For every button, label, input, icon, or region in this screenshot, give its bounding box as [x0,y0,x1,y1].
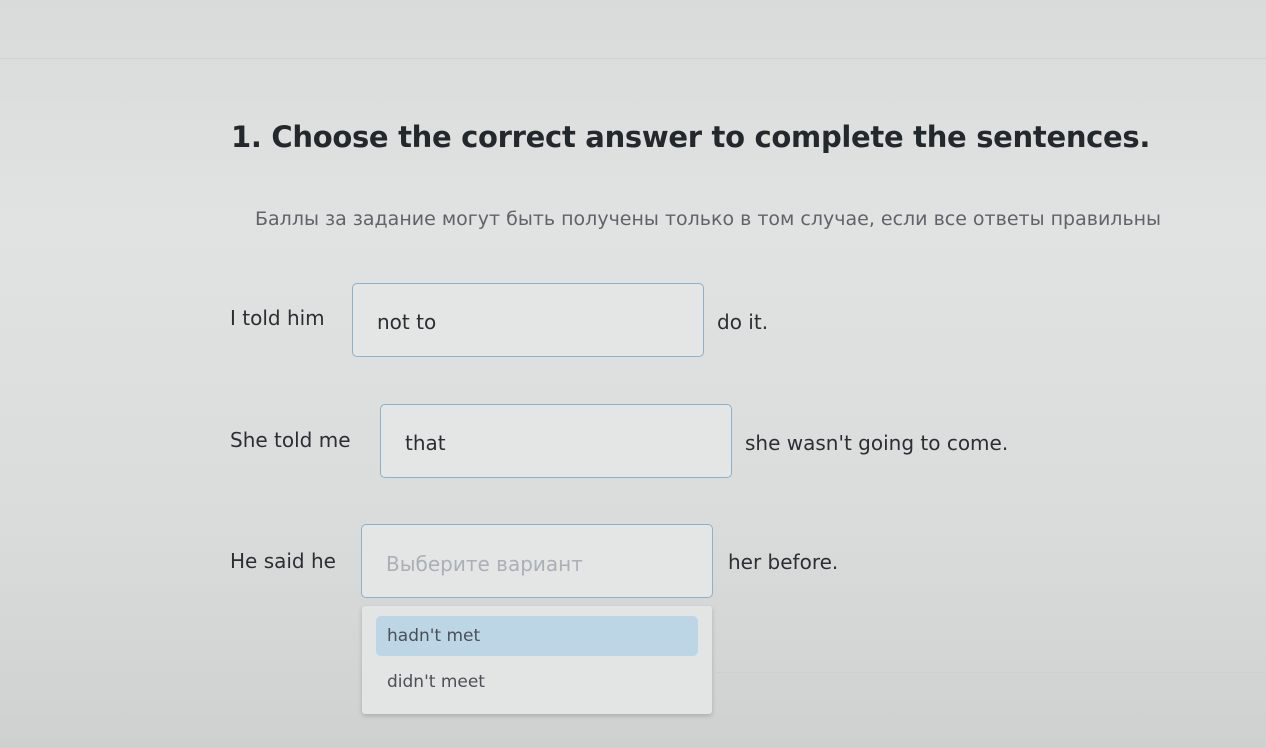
task-hint: Баллы за задание могут быть получены тол… [255,208,1162,230]
sentence-2-select[interactable]: that [380,404,732,478]
answer-dropdown: hadn't met didn't meet [362,606,712,714]
sentence-3-placeholder: Выберите вариант [386,552,583,576]
sentence-1-before: I told him [230,306,325,330]
option-hadnt-met[interactable]: hadn't met [376,616,698,656]
sentence-1-select[interactable]: not to [352,283,704,357]
divider-top [0,58,1266,59]
sentence-2-after: she wasn't going to come. [745,431,1009,455]
sentence-3-select[interactable]: Выберите вариант [361,524,713,598]
sentence-2-selected-value: that [405,431,446,455]
divider-bottom [716,672,1266,673]
sentence-1-after: do it. [717,310,769,334]
task-title: 1. Choose the correct answer to complete… [231,120,1151,154]
sentence-2-before: She told me [230,428,351,452]
sentence-1-selected-value: not to [377,310,437,334]
sentence-3-after: her before. [728,550,839,574]
option-didnt-meet[interactable]: didn't meet [376,662,698,702]
sentence-3-before: He said he [230,549,336,573]
